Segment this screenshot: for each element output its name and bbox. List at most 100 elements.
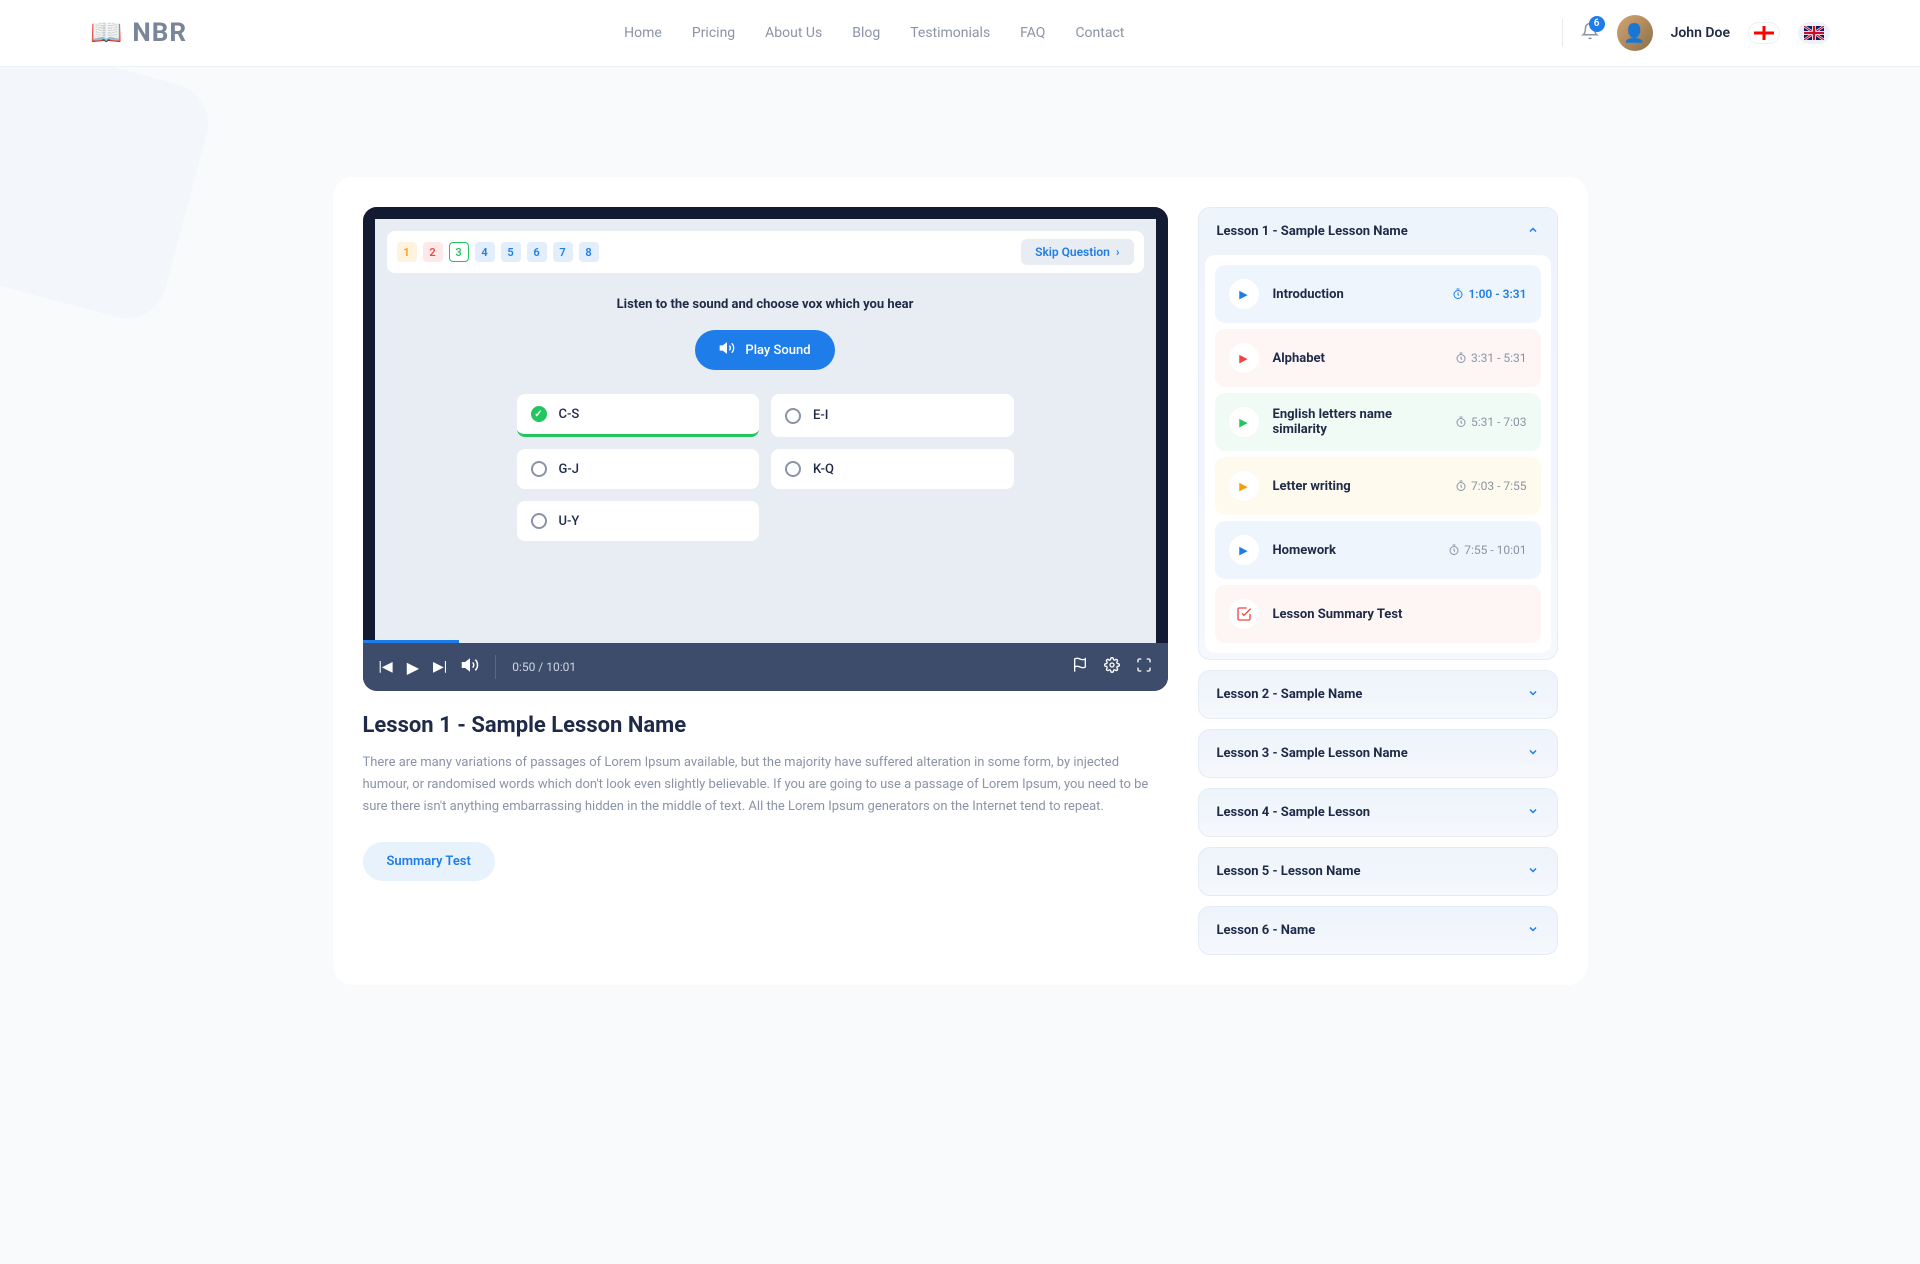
nav-link-faq[interactable]: FAQ: [1020, 25, 1045, 41]
accordion-body: ▶ Introduction 1:00 - 3:31 ▶ Alphabet 3:31 …: [1205, 255, 1551, 653]
controls-right: [1072, 657, 1152, 677]
sidebar: Lesson 1 - Sample Lesson Name ▶ Introduct…: [1198, 207, 1558, 955]
answer-option[interactable]: E-I: [771, 394, 1014, 437]
accordion-header[interactable]: Lesson 1 - Sample Lesson Name: [1199, 208, 1557, 255]
test-icon: [1229, 599, 1259, 629]
chapter-item[interactable]: ▶ Letter writing 7:03 - 7:55: [1215, 457, 1541, 515]
lesson-accordion-collapsed[interactable]: Lesson 4 - Sample Lesson: [1198, 788, 1558, 837]
next-icon[interactable]: ▶|: [433, 659, 447, 675]
chapter-time: 3:31 - 5:31: [1455, 351, 1527, 365]
time-display: 0:50 / 10:01: [512, 660, 576, 674]
chapter-name: Introduction: [1273, 287, 1439, 302]
radio-icon: [531, 406, 547, 422]
play-sound-wrap: Play Sound: [387, 330, 1144, 370]
play-icon[interactable]: ▶: [407, 658, 419, 677]
video-player: 12345678 Skip Question › Listen to the s…: [363, 207, 1168, 691]
flag-georgia[interactable]: [1748, 22, 1780, 44]
nav-link-blog[interactable]: Blog: [852, 25, 880, 41]
lesson-description: There are many variations of passages of…: [363, 752, 1168, 818]
question-number-7[interactable]: 7: [553, 242, 573, 262]
play-sound-label: Play Sound: [745, 343, 810, 358]
play-icon: ▶: [1229, 407, 1259, 437]
summary-test-button[interactable]: Summary Test: [363, 842, 495, 881]
previous-icon[interactable]: |◀: [379, 659, 393, 675]
main-column: 12345678 Skip Question › Listen to the s…: [363, 207, 1168, 955]
question-number-3[interactable]: 3: [449, 242, 469, 262]
question-text: Listen to the sound and choose vox which…: [387, 273, 1144, 330]
chapter-name: Lesson Summary Test: [1273, 607, 1527, 622]
play-icon: ▶: [1229, 343, 1259, 373]
lesson-summary-test-item[interactable]: Lesson Summary Test: [1215, 585, 1541, 643]
answer-option[interactable]: G-J: [517, 449, 760, 489]
control-divider: [495, 655, 496, 679]
book-icon: 📖: [90, 18, 122, 48]
question-number-4[interactable]: 4: [475, 242, 495, 262]
chapter-name: Letter writing: [1273, 479, 1441, 494]
chapter-time: 7:03 - 7:55: [1455, 479, 1527, 493]
nav-link-testimonials[interactable]: Testimonials: [910, 25, 990, 41]
chapter-name: English letters name similarity: [1273, 407, 1441, 437]
question-number-1[interactable]: 1: [397, 242, 417, 262]
notifications-button[interactable]: 6: [1581, 22, 1599, 45]
chapter-time: 1:00 - 3:31: [1452, 287, 1526, 301]
play-sound-button[interactable]: Play Sound: [695, 330, 834, 370]
chapter-item[interactable]: ▶ Alphabet 3:31 - 5:31: [1215, 329, 1541, 387]
flag-uk[interactable]: [1798, 22, 1830, 44]
header: 📖 NBR Home Pricing About Us Blog Testimonial…: [0, 0, 1920, 67]
chevron-down-icon: [1527, 746, 1539, 761]
lesson-accordion-collapsed[interactable]: Lesson 5 - Lesson Name: [1198, 847, 1558, 896]
nav-link-about-us[interactable]: About Us: [765, 25, 822, 41]
flag-icon[interactable]: [1072, 657, 1088, 677]
accordion-title: Lesson 1 - Sample Lesson Name: [1217, 224, 1408, 239]
lesson-title: Lesson 4 - Sample Lesson: [1217, 805, 1371, 820]
question-number-8[interactable]: 8: [579, 242, 599, 262]
chevron-right-icon: ›: [1116, 245, 1120, 259]
chevron-down-icon: [1527, 864, 1539, 879]
nav-link-pricing[interactable]: Pricing: [692, 25, 735, 41]
answer-option[interactable]: K-Q: [771, 449, 1014, 489]
chevron-down-icon: [1527, 687, 1539, 702]
question-number-5[interactable]: 5: [501, 242, 521, 262]
volume-icon[interactable]: [461, 656, 479, 678]
avatar[interactable]: 👤: [1617, 15, 1653, 51]
chapter-name: Alphabet: [1273, 351, 1441, 366]
nav-link-contact[interactable]: Contact: [1075, 25, 1124, 41]
option-label: C-S: [559, 407, 580, 422]
notification-badge: 6: [1589, 16, 1605, 32]
logo[interactable]: 📖 NBR: [90, 18, 187, 48]
answer-option[interactable]: C-S: [517, 394, 760, 437]
skip-question-button[interactable]: Skip Question ›: [1021, 239, 1133, 265]
play-icon: ▶: [1229, 471, 1259, 501]
main-container: 12345678 Skip Question › Listen to the s…: [333, 177, 1588, 985]
option-label: U-Y: [559, 514, 580, 529]
lesson-accordion-collapsed[interactable]: Lesson 3 - Sample Lesson Name: [1198, 729, 1558, 778]
controls-left: |◀ ▶ ▶|: [379, 656, 480, 678]
radio-icon: [531, 461, 547, 477]
lesson-accordion-collapsed[interactable]: Lesson 2 - Sample Name: [1198, 670, 1558, 719]
answer-option[interactable]: U-Y: [517, 501, 760, 541]
chapter-item[interactable]: ▶Homework 7:55 - 10:01: [1215, 521, 1541, 579]
logo-text: NBR: [132, 18, 187, 48]
player-controls: |◀ ▶ ▶| 0:50 / 10:01: [363, 643, 1168, 691]
question-numbers: 12345678: [397, 242, 599, 262]
question-number-2[interactable]: 2: [423, 242, 443, 262]
quiz-area: 12345678 Skip Question › Listen to the s…: [363, 207, 1168, 643]
quiz-top-bar: 12345678 Skip Question ›: [387, 231, 1144, 273]
lesson-title: Lesson 5 - Lesson Name: [1217, 864, 1361, 879]
chapter-item[interactable]: ▶ Introduction 1:00 - 3:31: [1215, 265, 1541, 323]
username: John Doe: [1671, 25, 1730, 41]
settings-icon[interactable]: [1104, 657, 1120, 677]
lesson-accordion-collapsed[interactable]: Lesson 6 - Name: [1198, 906, 1558, 955]
chapter-item[interactable]: ▶English letters name similarity 5:31 - …: [1215, 393, 1541, 451]
divider: [1562, 19, 1563, 47]
nav-link-home[interactable]: Home: [624, 25, 662, 41]
chapter-name: Homework: [1273, 543, 1435, 558]
play-icon: ▶: [1229, 279, 1259, 309]
option-label: E-I: [813, 408, 828, 423]
fullscreen-icon[interactable]: [1136, 657, 1152, 677]
chevron-down-icon: [1527, 923, 1539, 938]
skip-label: Skip Question: [1035, 245, 1110, 259]
chapter-time: 7:55 - 10:01: [1448, 543, 1526, 557]
radio-icon: [531, 513, 547, 529]
question-number-6[interactable]: 6: [527, 242, 547, 262]
